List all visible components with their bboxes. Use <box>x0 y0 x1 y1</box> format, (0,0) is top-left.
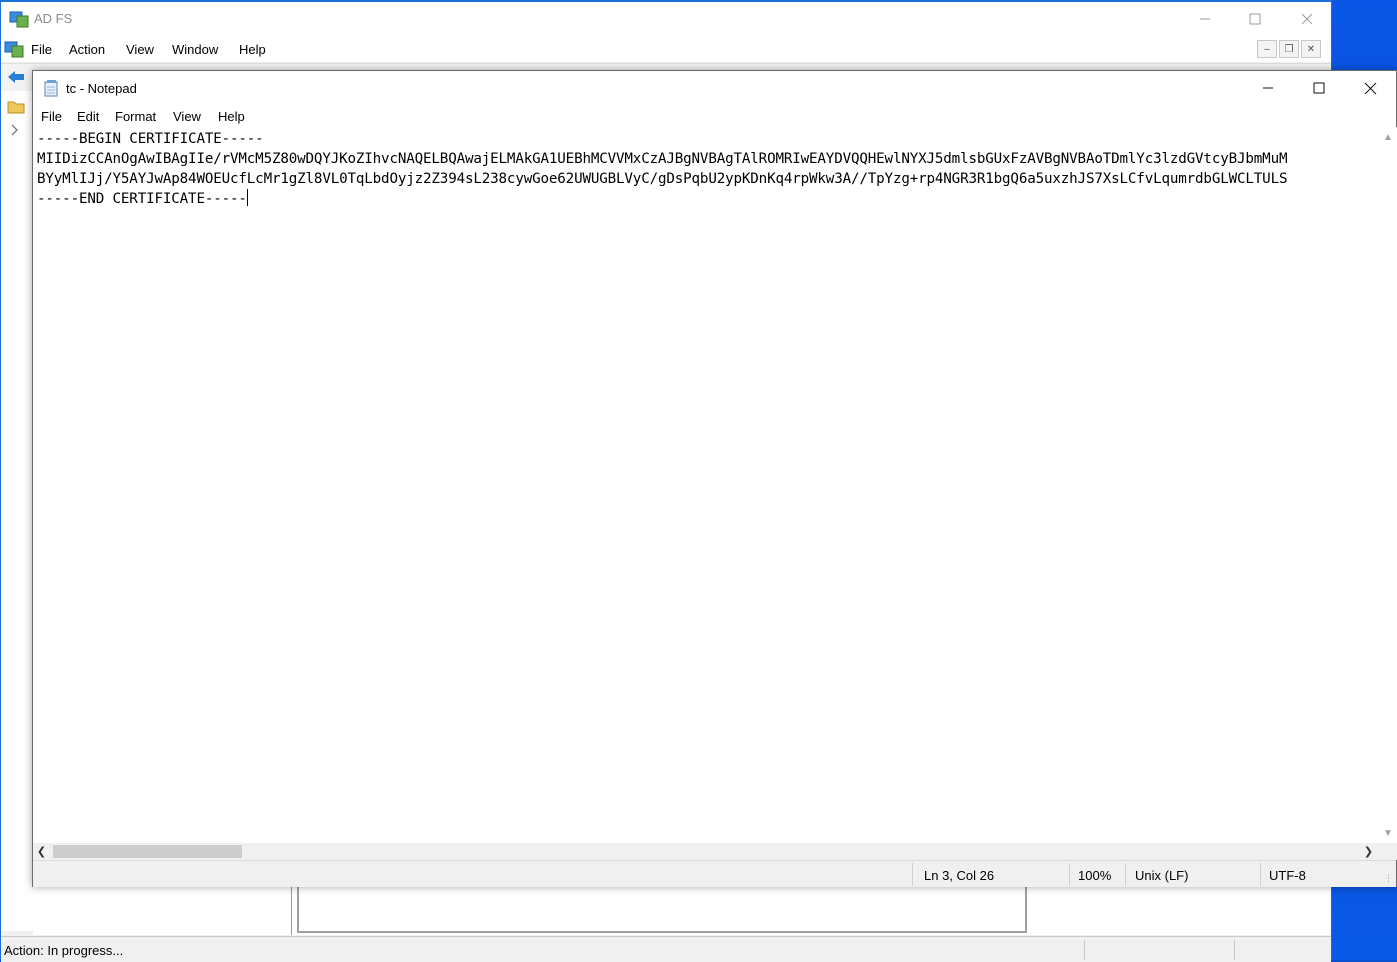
mmc-icon[interactable] <box>4 40 24 58</box>
adfs-app-icon <box>9 11 29 28</box>
horizontal-scroll-thumb[interactable] <box>53 845 242 858</box>
notepad-window: tc - Notepad File Edit Format View Help … <box>32 70 1397 887</box>
status-encoding: UTF-8 <box>1269 868 1306 883</box>
notepad-titlebar[interactable]: tc - Notepad <box>33 71 1396 105</box>
notepad-statusbar: Ln 3, Col 26 100% Unix (LF) UTF-8 ⋮ <box>33 860 1396 887</box>
status-cursor-position: Ln 3, Col 26 <box>924 868 995 883</box>
adfs-menu-window[interactable]: Window <box>172 42 218 57</box>
scroll-down-icon[interactable]: ▼ <box>1379 825 1397 841</box>
status-divider <box>1234 940 1235 960</box>
notepad-minimize-button[interactable] <box>1243 71 1293 105</box>
adfs-title: AD FS <box>34 11 73 26</box>
adfs-status-text: Action: In progress... <box>4 943 124 958</box>
notepad-menu-view[interactable]: View <box>173 109 201 124</box>
vertical-scrollbar[interactable]: ▲ ▼ <box>1379 127 1397 843</box>
notepad-menubar: File Edit Format View Help <box>33 105 1396 127</box>
adfs-menubar: File Action View Window Help – ❐ ✕ <box>1 36 1331 62</box>
notepad-title: tc - Notepad <box>66 81 137 96</box>
notepad-text-area[interactable]: -----BEGIN CERTIFICATE----- MIIDizCCAnOg… <box>33 127 1379 843</box>
scroll-corner <box>1379 843 1397 860</box>
mdi-controls: – ❐ ✕ <box>1257 40 1321 58</box>
close-icon <box>1364 82 1376 94</box>
maximize-icon <box>1249 13 1261 25</box>
status-divider <box>1084 940 1085 960</box>
adfs-statusbar: Action: In progress... <box>1 936 1331 962</box>
folder-icon[interactable] <box>7 99 25 114</box>
status-divider <box>1260 863 1261 886</box>
adfs-bottom-inner-pane <box>297 887 1027 933</box>
adfs-menu-help[interactable]: Help <box>239 42 266 57</box>
text-line-2: MIIDizCCAnOgAwIBAgIIe/rVMcM5Z80wDQYJKoZI… <box>37 151 1288 167</box>
adfs-minimize-button[interactable] <box>1182 2 1228 36</box>
text-line-4-content: -----END CERTIFICATE----- <box>37 191 247 207</box>
scroll-up-icon[interactable]: ▲ <box>1379 129 1397 145</box>
status-divider <box>912 863 913 886</box>
notepad-maximize-button[interactable] <box>1294 71 1344 105</box>
scroll-left-icon[interactable]: ❮ <box>33 843 50 860</box>
resize-grip-icon[interactable]: ⋮ <box>1384 873 1393 884</box>
status-divider <box>1069 863 1070 886</box>
maximize-icon <box>1313 82 1325 94</box>
chevron-right-icon[interactable] <box>10 124 20 136</box>
horizontal-scrollbar[interactable]: ❮ ❯ <box>33 843 1379 860</box>
status-zoom: 100% <box>1078 868 1112 883</box>
text-caret <box>246 189 248 206</box>
adfs-bottom-left-pane <box>33 887 291 935</box>
scroll-right-icon[interactable]: ❯ <box>1360 843 1377 860</box>
text-line-4: -----END CERTIFICATE----- <box>37 189 248 209</box>
notepad-menu-format[interactable]: Format <box>115 109 156 124</box>
mdi-restore-button[interactable]: ❐ <box>1279 40 1299 58</box>
notepad-close-button[interactable] <box>1345 71 1395 105</box>
adfs-tree-pane <box>1 91 33 931</box>
mdi-close-button[interactable]: ✕ <box>1301 40 1321 58</box>
adfs-menu-view[interactable]: View <box>126 42 154 57</box>
notepad-menu-help[interactable]: Help <box>218 109 245 124</box>
text-line-1: -----BEGIN CERTIFICATE----- <box>37 131 264 147</box>
adfs-maximize-button[interactable] <box>1232 2 1278 36</box>
minimize-icon <box>1263 87 1273 89</box>
text-line-3: BYyMlIJj/Y5AYJwAp84WOEUcfLcMr1gZl8VL0TqL… <box>37 171 1288 187</box>
minimize-icon <box>1200 18 1210 20</box>
notepad-menu-edit[interactable]: Edit <box>77 109 99 124</box>
adfs-menu-action[interactable]: Action <box>69 42 105 57</box>
back-arrow-icon[interactable] <box>7 70 25 84</box>
status-divider <box>1125 863 1126 886</box>
notepad-icon <box>44 80 58 97</box>
close-icon <box>1301 13 1313 25</box>
adfs-close-button[interactable] <box>1284 2 1330 36</box>
adfs-menu-file[interactable]: File <box>31 42 52 57</box>
mdi-minimize-button[interactable]: – <box>1257 40 1277 58</box>
adfs-titlebar: AD FS <box>1 2 1331 36</box>
notepad-menu-file[interactable]: File <box>41 109 62 124</box>
status-line-ending: Unix (LF) <box>1135 868 1189 883</box>
